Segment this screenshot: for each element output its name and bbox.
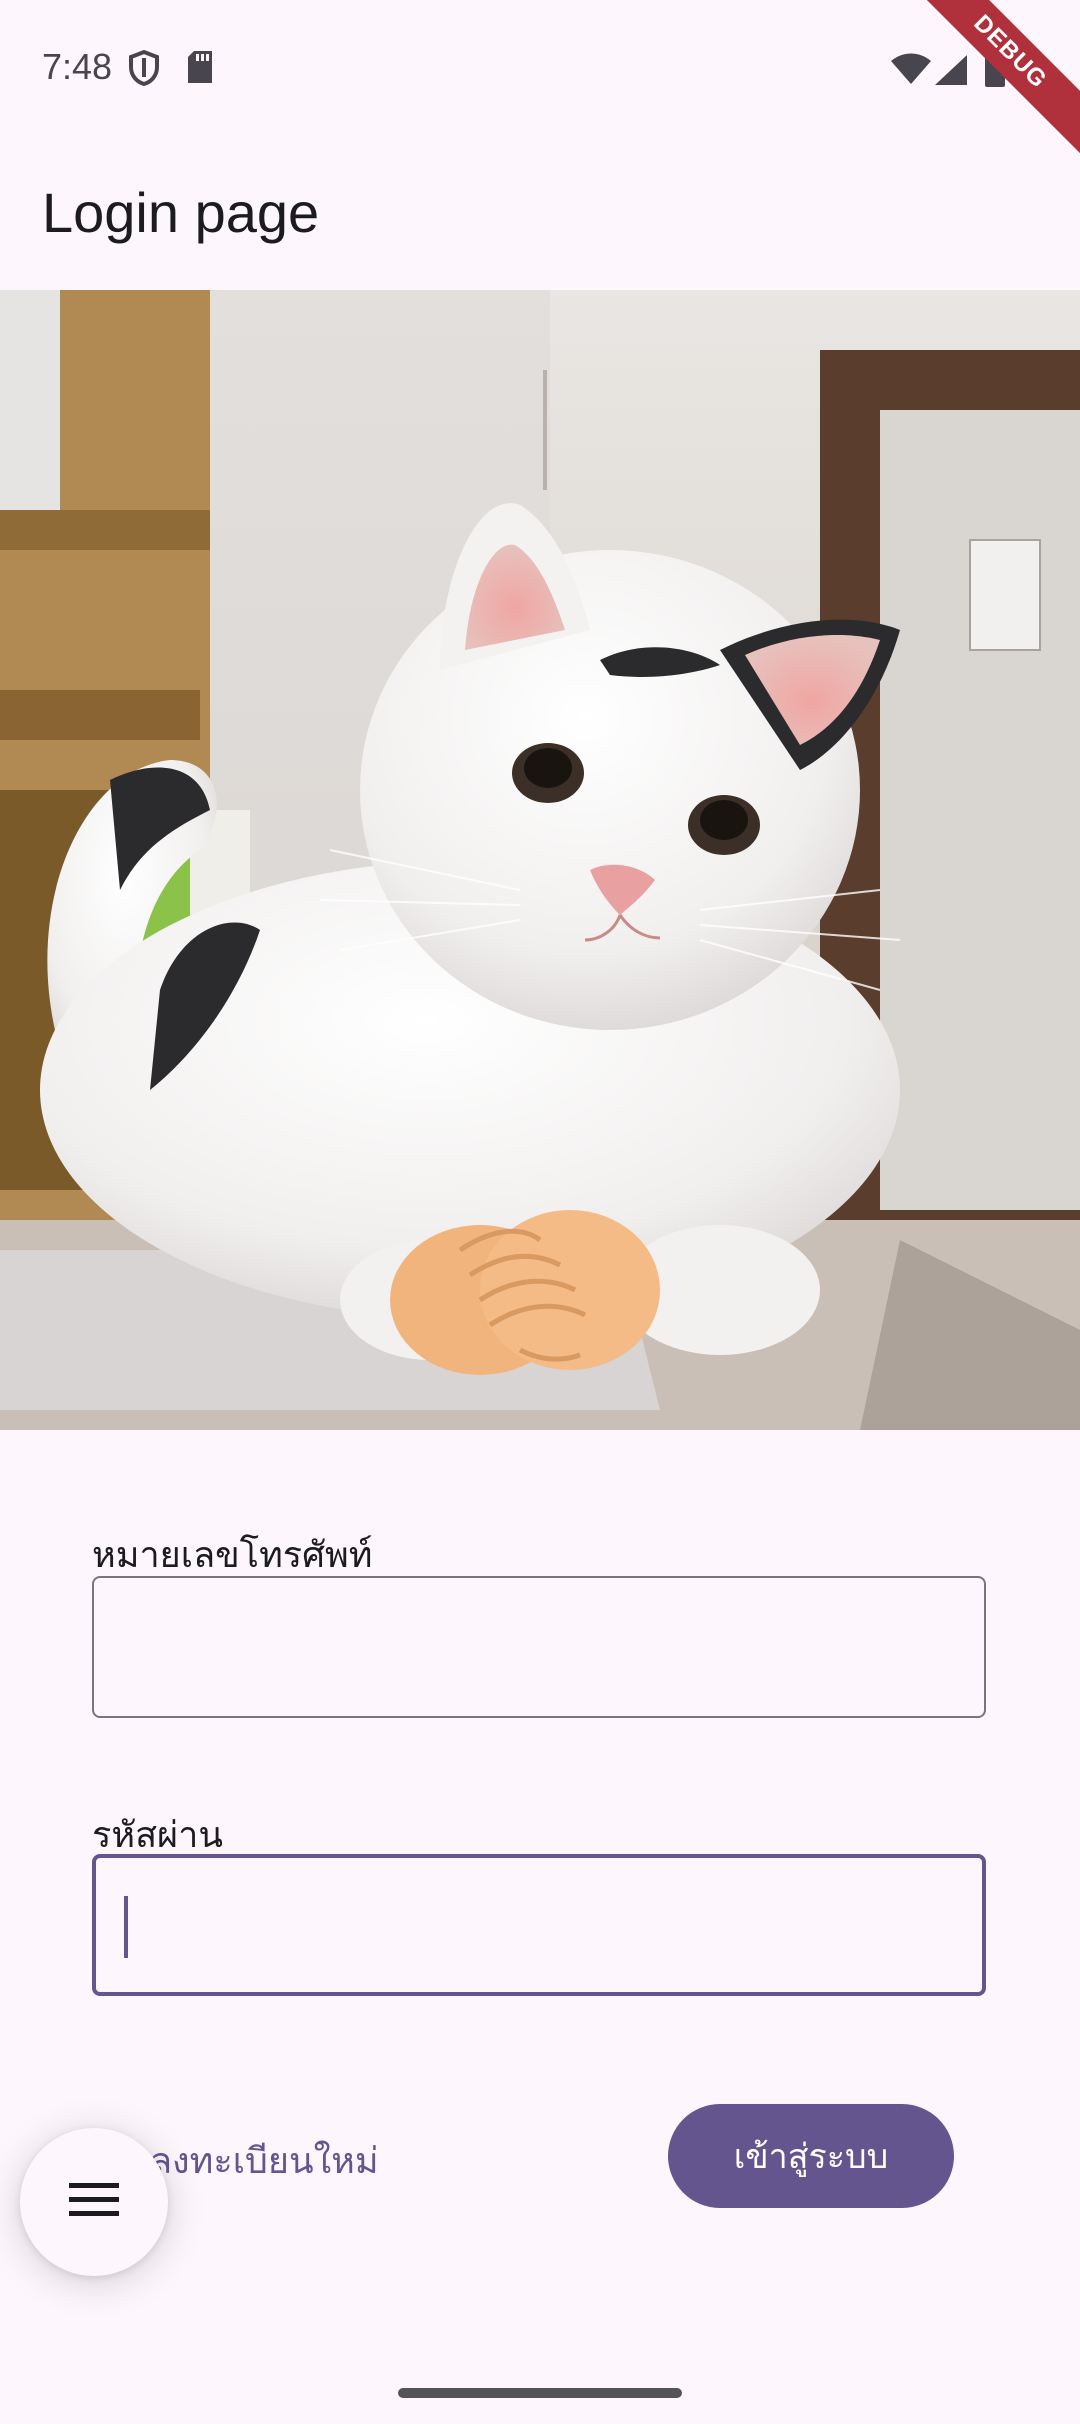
text-cursor: [124, 1896, 128, 1958]
cell-signal-icon: [934, 54, 968, 90]
menu-fab[interactable]: [20, 2128, 168, 2276]
wifi-icon: [890, 52, 932, 90]
login-button[interactable]: เข้าสู่ระบบ: [668, 2104, 954, 2208]
phone-input[interactable]: [92, 1576, 986, 1718]
password-input[interactable]: [92, 1854, 986, 1996]
sd-card-icon: [186, 50, 214, 88]
cat-image: [0, 290, 1080, 1430]
register-button[interactable]: ลงทะเบียนใหม่: [150, 2132, 379, 2189]
shield-icon: [128, 49, 160, 90]
menu-icon: [69, 2182, 119, 2222]
phone-label: หมายเลขโทรศัพท์: [92, 1535, 373, 1576]
home-indicator[interactable]: [398, 2388, 682, 2398]
status-time: 7:48: [42, 46, 113, 87]
status-bar: 7:48 DEBUG: [0, 0, 1080, 160]
page-title: Login page: [42, 181, 320, 244]
app-screen: 7:48 DEBUG Login page หมายเลขโทรศัพท์ รห…: [0, 0, 1080, 2424]
